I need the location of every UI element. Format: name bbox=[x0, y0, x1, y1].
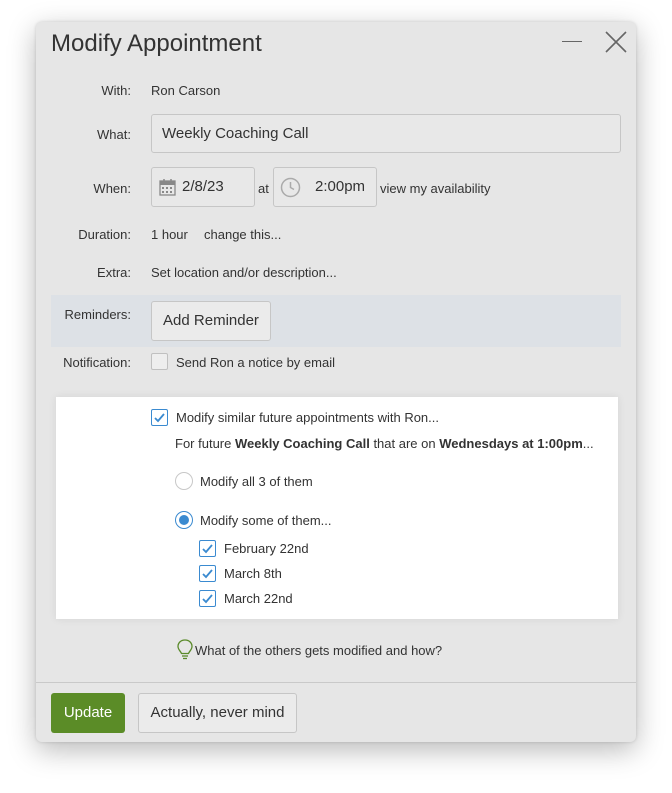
notification-checkbox[interactable] bbox=[151, 353, 168, 370]
modify-all-label: Modify all 3 of them bbox=[200, 474, 313, 489]
notification-label: Notification: bbox=[63, 355, 131, 370]
at-text: at bbox=[258, 181, 269, 196]
what-input[interactable]: Weekly Coaching Call bbox=[151, 114, 621, 153]
notification-text: Send Ron a notice by email bbox=[176, 355, 335, 370]
future-middle: that are on bbox=[369, 436, 440, 451]
time-value: 2:00pm bbox=[315, 178, 366, 195]
add-reminder-button[interactable]: Add Reminder bbox=[151, 301, 271, 341]
date-checkbox-mar-22[interactable] bbox=[199, 590, 216, 607]
duration-label: Duration: bbox=[78, 227, 131, 242]
help-link[interactable]: What of the others gets modified and how… bbox=[195, 643, 442, 658]
lightbulb-icon bbox=[177, 639, 193, 666]
future-suffix: ... bbox=[582, 436, 594, 451]
date-value: 2/8/23 bbox=[182, 178, 224, 195]
future-schedule: Wednesdays at 1:00pm bbox=[439, 436, 583, 451]
future-prefix: For future bbox=[175, 436, 235, 451]
view-availability-link[interactable]: view my availability bbox=[380, 181, 491, 196]
cancel-button[interactable]: Actually, never mind bbox=[138, 693, 297, 733]
modify-all-radio[interactable] bbox=[175, 472, 193, 490]
minimize-icon[interactable] bbox=[562, 41, 582, 42]
set-location-link[interactable]: Set location and/or description... bbox=[151, 265, 337, 280]
dialog-title: Modify Appointment bbox=[51, 30, 262, 57]
duration-value: 1 hour bbox=[151, 227, 188, 242]
when-label: When: bbox=[93, 181, 131, 196]
modify-some-radio[interactable] bbox=[175, 511, 193, 529]
future-appointment-name: Weekly Coaching Call bbox=[234, 436, 370, 451]
modify-appointment-dialog: Modify Appointment With: Ron Carson What… bbox=[36, 22, 636, 742]
close-icon[interactable] bbox=[603, 29, 629, 55]
future-appointments-panel: Modify similar future appointments with … bbox=[56, 397, 618, 619]
clock-icon bbox=[280, 177, 301, 202]
future-description: For future Weekly Coaching Call that are… bbox=[175, 436, 594, 451]
date-label-mar-22: March 22nd bbox=[224, 591, 293, 606]
with-label: With: bbox=[101, 83, 131, 98]
date-checkbox-mar-8[interactable] bbox=[199, 565, 216, 582]
date-picker[interactable]: 2/8/23 bbox=[151, 167, 255, 207]
time-picker[interactable]: 2:00pm bbox=[273, 167, 377, 207]
extra-label: Extra: bbox=[97, 265, 131, 280]
change-duration-link[interactable]: change this... bbox=[204, 227, 281, 242]
reminders-label: Reminders: bbox=[64, 307, 131, 322]
modify-some-label: Modify some of them... bbox=[200, 513, 332, 528]
with-value: Ron Carson bbox=[151, 83, 221, 98]
footer-divider bbox=[36, 682, 636, 683]
modify-similar-checkbox[interactable] bbox=[151, 409, 168, 426]
date-label-feb-22: February 22nd bbox=[224, 541, 309, 556]
calendar-icon bbox=[159, 178, 176, 200]
what-label: What: bbox=[97, 127, 131, 142]
date-checkbox-feb-22[interactable] bbox=[199, 540, 216, 557]
reminders-row bbox=[51, 295, 621, 347]
date-label-mar-8: March 8th bbox=[224, 566, 282, 581]
modify-similar-label: Modify similar future appointments with … bbox=[176, 410, 439, 425]
update-button[interactable]: Update bbox=[51, 693, 125, 733]
